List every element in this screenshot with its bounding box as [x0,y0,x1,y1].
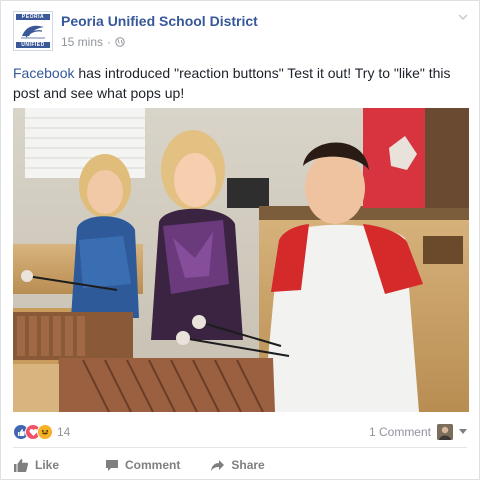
post-actions: Like Comment Share [13,453,469,477]
share-label: Share [231,458,265,472]
post-meta: 15 mins · [61,35,125,49]
chevron-down-icon[interactable] [457,11,469,23]
comment-button[interactable]: Comment [105,458,180,472]
share-arrow-icon [211,459,225,471]
post-message: Facebook has introduced "reaction button… [13,63,469,103]
reactions-summary[interactable]: 14 [13,421,70,443]
facebook-post-card: PEORIA UNIFIED Peoria Unified School Dis… [0,0,480,480]
commenter-avatar[interactable] [437,424,453,440]
speech-bubble-icon [106,459,119,471]
comment-label: Comment [125,458,181,472]
comment-count-link[interactable]: 1 Comment [369,425,431,439]
actions-divider [13,447,467,448]
share-button[interactable]: Share [210,458,265,472]
school-logo-icon [21,25,45,39]
post-photo[interactable] [13,108,469,412]
caret-down-icon[interactable] [459,429,467,435]
post-message-body: has introduced "reaction buttons" Test i… [13,65,451,101]
comment-summary: 1 Comment [369,421,467,443]
meta-separator: · [107,35,112,49]
globe-icon [115,37,125,47]
avatar-top-text: PEORIA [16,14,50,20]
page-name-link[interactable]: Peoria Unified School District [61,13,258,29]
avatar-bottom-text: UNIFIED [16,42,50,48]
post-header: PEORIA UNIFIED Peoria Unified School Dis… [13,11,469,55]
like-label: Like [35,458,60,472]
thumbs-up-icon [14,458,28,472]
post-photo-image [13,108,469,412]
like-button[interactable]: Like [13,458,59,473]
reaction-count: 14 [57,425,71,439]
post-timestamp[interactable]: 15 mins [61,35,103,49]
haha-icon [37,424,53,440]
page-avatar[interactable]: PEORIA UNIFIED [13,11,53,51]
facebook-link[interactable]: Facebook [13,65,74,81]
